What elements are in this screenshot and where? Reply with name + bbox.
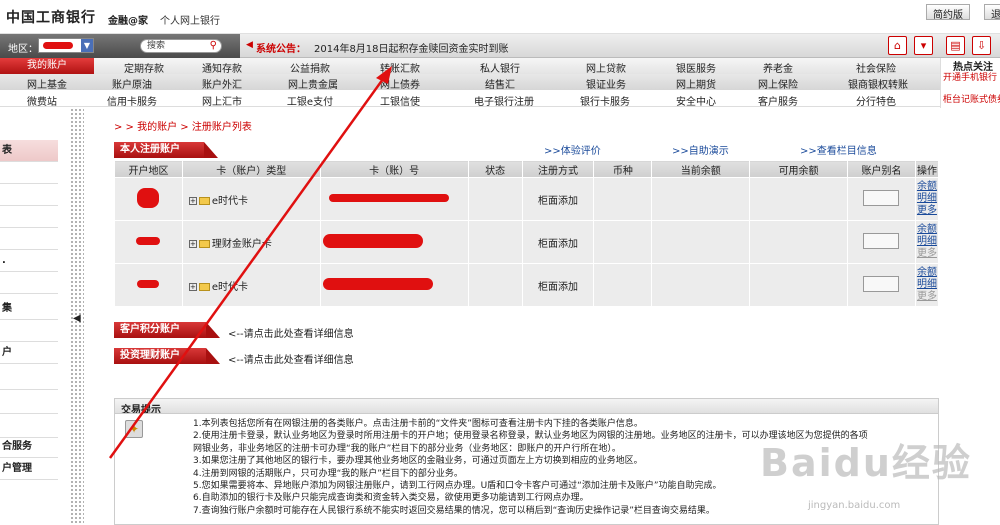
annotation-arrow <box>108 66 392 459</box>
